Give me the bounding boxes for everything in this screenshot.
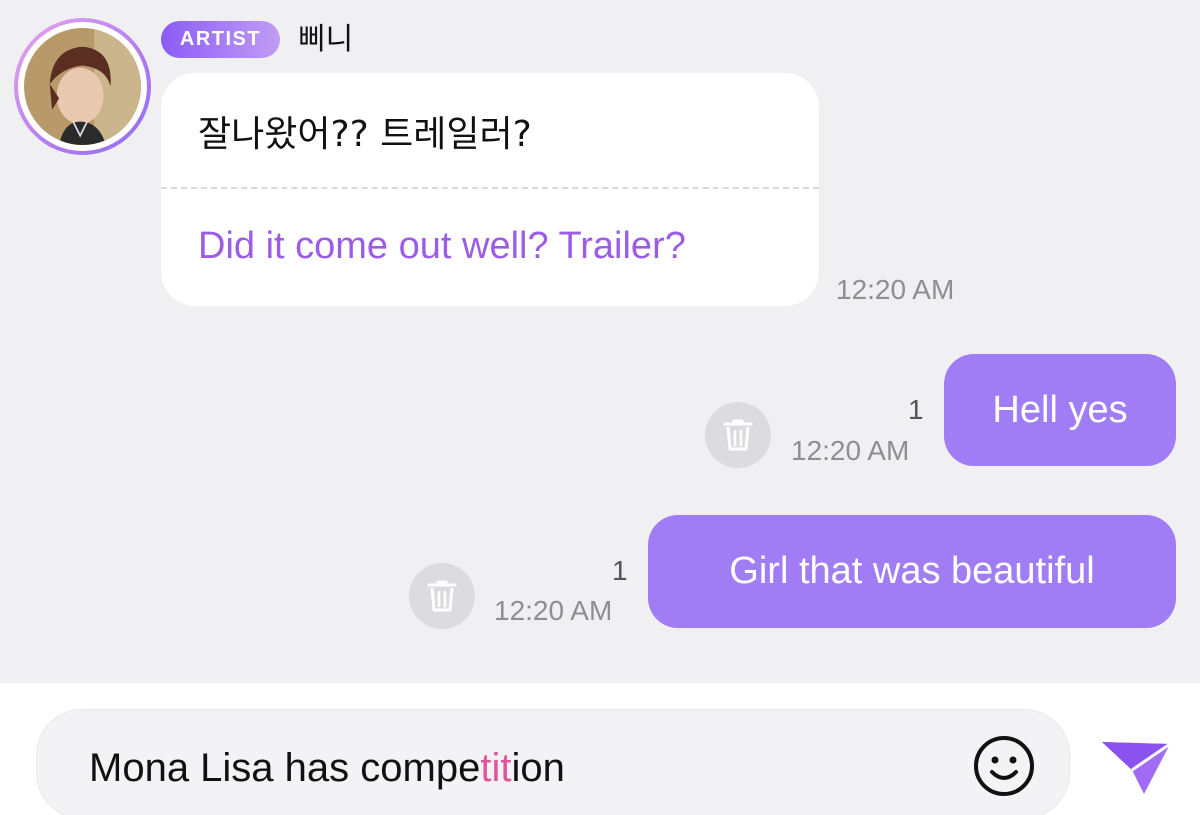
message-translation-text: Did it come out well? Trailer? [198, 225, 686, 267]
read-count: 1 [612, 555, 628, 586]
message-input[interactable]: Mona Lisa has competition [36, 709, 1070, 815]
input-text-highlight: tit [480, 746, 512, 790]
smiley-icon [974, 736, 1034, 796]
chat-area: ARTIST 삐니 잘나왔어?? 트레일러? Did it come out w… [0, 0, 1200, 683]
artist-name[interactable]: 삐니 [298, 20, 353, 60]
send-button[interactable] [1098, 736, 1174, 798]
artist-avatar[interactable] [14, 18, 151, 155]
paper-plane-icon [1102, 742, 1171, 794]
message-original-text: 잘나왔어?? 트레일러? [198, 114, 532, 155]
artist-badge: ARTIST [161, 21, 280, 58]
input-text-after: ion [511, 746, 565, 790]
input-text-before: Mona Lisa has compe [89, 746, 481, 790]
trash-icon [427, 580, 457, 612]
delete-message-button[interactable] [705, 402, 771, 468]
read-count: 1 [908, 394, 924, 425]
trash-icon [723, 419, 753, 451]
incoming-message-bubble[interactable]: 잘나왔어?? 트레일러? Did it come out well? Trail… [161, 73, 819, 306]
translation-divider [161, 187, 819, 189]
message-timestamp: 12:20 AM [494, 595, 613, 626]
emoji-button[interactable] [972, 734, 1036, 798]
outgoing-message-bubble[interactable]: Girl that was beautiful [648, 515, 1176, 628]
message-input-text: Mona Lisa has competition [89, 746, 565, 791]
message-timestamp: 12:20 AM [836, 274, 955, 305]
delete-message-button[interactable] [409, 563, 475, 629]
avatar-photo [24, 28, 141, 145]
outgoing-message-bubble[interactable]: Hell yes [944, 354, 1176, 466]
message-timestamp: 12:20 AM [791, 435, 910, 466]
